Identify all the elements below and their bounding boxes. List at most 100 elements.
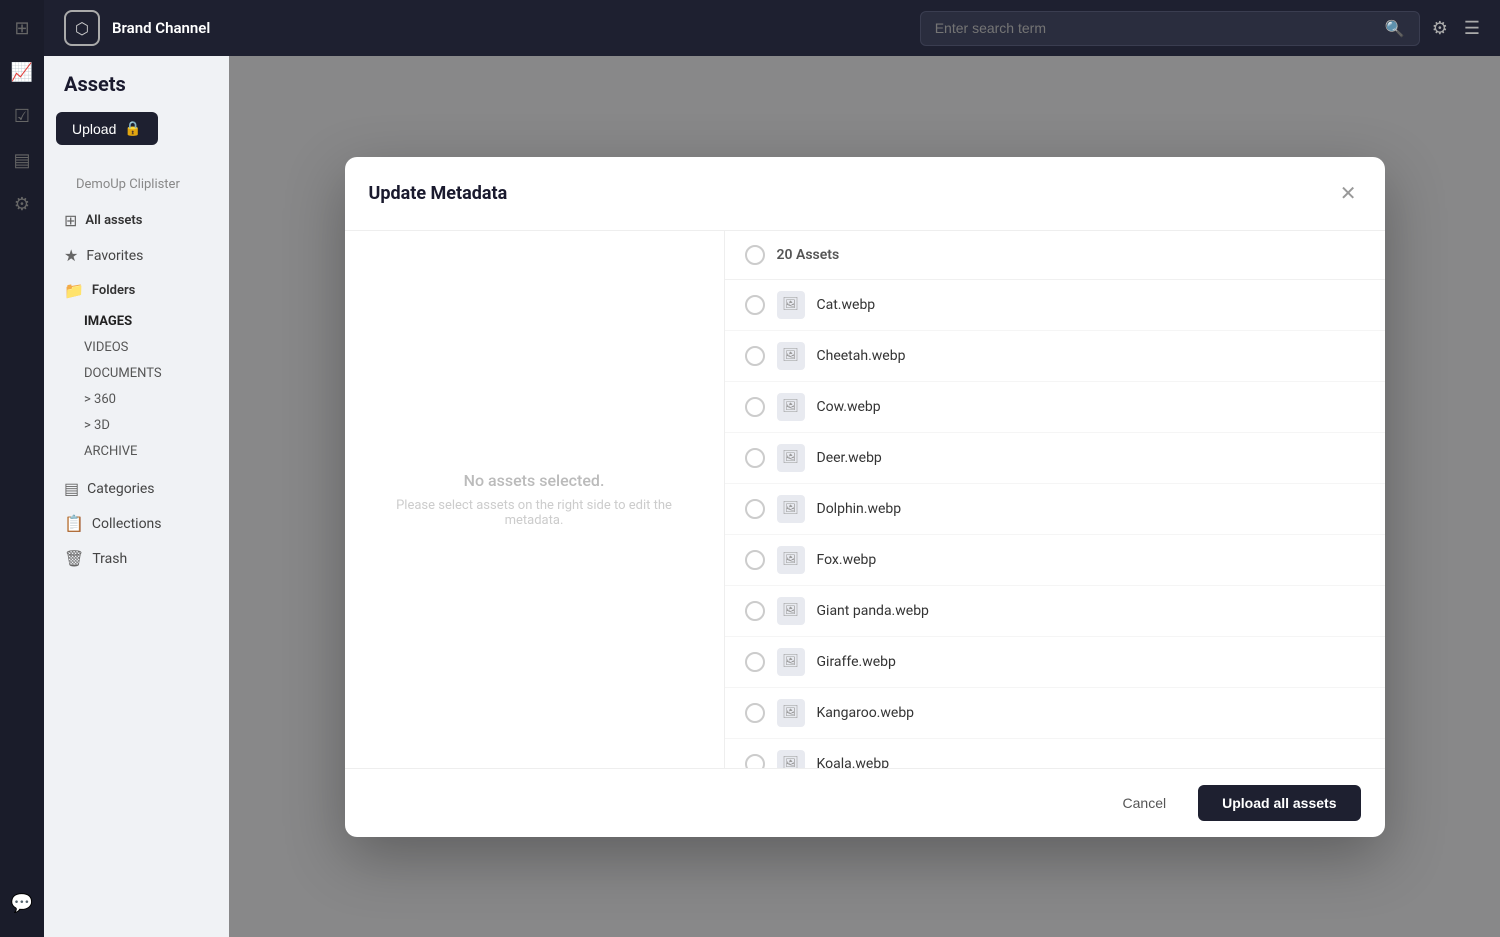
cancel-button[interactable]: Cancel bbox=[1103, 785, 1187, 821]
modal-body: No assets selected. Please select assets… bbox=[345, 231, 1385, 768]
modal-left-panel: No assets selected. Please select assets… bbox=[345, 231, 725, 768]
menu-icon[interactable]: ☰ bbox=[1464, 18, 1480, 39]
asset-thumbnail-2: 🖼 bbox=[777, 393, 805, 421]
sidebar-item-folders[interactable]: 📁 Folders bbox=[56, 274, 217, 307]
asset-name-3: Deer.webp bbox=[817, 450, 882, 466]
sidebar-icon-analytics[interactable]: 📈 bbox=[4, 54, 40, 90]
modal-footer: Cancel Upload all assets bbox=[345, 768, 1385, 837]
asset-row[interactable]: 🖼 Deer.webp bbox=[725, 433, 1385, 484]
sidebar-item-collections[interactable]: 📋 Collections bbox=[56, 507, 217, 540]
asset-thumbnail-7: 🖼 bbox=[777, 648, 805, 676]
upload-all-assets-button[interactable]: Upload all assets bbox=[1198, 785, 1360, 821]
app-logo: ⬡ bbox=[64, 10, 100, 46]
asset-checkbox-5[interactable] bbox=[745, 550, 765, 570]
modal-header: Update Metadata ✕ bbox=[345, 157, 1385, 231]
asset-checkbox-1[interactable] bbox=[745, 346, 765, 366]
asset-checkbox-9[interactable] bbox=[745, 754, 765, 768]
asset-name-7: Giraffe.webp bbox=[817, 654, 896, 670]
asset-thumbnail-6: 🖼 bbox=[777, 597, 805, 625]
sidebar-icon-tasks[interactable]: ☑ bbox=[4, 98, 40, 134]
folders-icon: 📁 bbox=[64, 281, 84, 300]
sidebar-item-360[interactable]: > 360 bbox=[56, 387, 217, 412]
asset-name-2: Cow.webp bbox=[817, 399, 881, 415]
sidebar-item-videos[interactable]: VIDEOS bbox=[56, 335, 217, 360]
asset-name-5: Fox.webp bbox=[817, 552, 877, 568]
collections-label: Collections bbox=[92, 516, 162, 532]
search-bar[interactable]: 🔍 bbox=[920, 11, 1420, 46]
upload-button[interactable]: Upload 🔒 bbox=[56, 112, 158, 145]
asset-name-9: Koala.webp bbox=[817, 756, 890, 768]
asset-name-8: Kangaroo.webp bbox=[817, 705, 915, 721]
trash-icon: 🗑 bbox=[64, 549, 84, 568]
upload-button-label: Upload bbox=[72, 121, 116, 137]
asset-checkbox-6[interactable] bbox=[745, 601, 765, 621]
asset-thumbnail-8: 🖼 bbox=[777, 699, 805, 727]
assets-count: 20 Assets bbox=[777, 247, 840, 263]
asset-thumbnail-5: 🖼 bbox=[777, 546, 805, 574]
asset-row[interactable]: 🖼 Kangaroo.webp bbox=[725, 688, 1385, 739]
modal-close-button[interactable]: ✕ bbox=[1336, 177, 1361, 210]
asset-thumbnail-1: 🖼 bbox=[777, 342, 805, 370]
topbar: ⬡ Brand Channel 🔍 ⚙ ☰ bbox=[44, 0, 1500, 56]
sidebar-icon-table[interactable]: ▤ bbox=[4, 142, 40, 178]
favorites-icon: ★ bbox=[64, 246, 78, 265]
asset-name-1: Cheetah.webp bbox=[817, 348, 906, 364]
asset-checkbox-0[interactable] bbox=[745, 295, 765, 315]
sidebar-item-3d[interactable]: > 3D bbox=[56, 413, 217, 438]
collections-icon: 📋 bbox=[64, 514, 84, 533]
nav-sidebar: Assets Upload 🔒 DemoUp Cliplister ⊞ All … bbox=[44, 56, 229, 937]
lock-icon: 🔒 bbox=[124, 120, 141, 137]
asset-name-4: Dolphin.webp bbox=[817, 501, 902, 517]
sidebar-item-images[interactable]: IMAGES bbox=[56, 309, 217, 334]
sidebar-item-favorites[interactable]: ★ Favorites bbox=[56, 239, 217, 272]
app-brand: Brand Channel bbox=[112, 19, 210, 37]
no-assets-subtitle: Please select assets on the right side t… bbox=[375, 498, 694, 528]
sidebar-item-categories[interactable]: ▤ Categories bbox=[56, 472, 217, 505]
nav-title: Assets bbox=[56, 72, 217, 96]
asset-row[interactable]: 🖼 Dolphin.webp bbox=[725, 484, 1385, 535]
asset-thumbnail-4: 🖼 bbox=[777, 495, 805, 523]
asset-checkbox-4[interactable] bbox=[745, 499, 765, 519]
sidebar-item-documents[interactable]: DOCUMENTS bbox=[56, 361, 217, 386]
asset-row[interactable]: 🖼 Fox.webp bbox=[725, 535, 1385, 586]
asset-checkbox-7[interactable] bbox=[745, 652, 765, 672]
sidebar-icon-grid[interactable]: ⊞ bbox=[4, 10, 40, 46]
asset-row[interactable]: 🖼 Cat.webp bbox=[725, 280, 1385, 331]
categories-icon: ▤ bbox=[64, 479, 79, 498]
modal-title: Update Metadata bbox=[369, 183, 508, 204]
asset-row[interactable]: 🖼 Cow.webp bbox=[725, 382, 1385, 433]
asset-row[interactable]: 🖼 Giraffe.webp bbox=[725, 637, 1385, 688]
asset-row[interactable]: 🖼 Giant panda.webp bbox=[725, 586, 1385, 637]
modal-right-panel[interactable]: 20 Assets 🖼 Cat.webp 🖼 Cheetah.webp 🖼 Co… bbox=[725, 231, 1385, 768]
breadcrumb: DemoUp Cliplister bbox=[56, 165, 217, 204]
all-assets-icon: ⊞ bbox=[64, 211, 77, 230]
asset-thumbnail-9: 🖼 bbox=[777, 750, 805, 768]
asset-name-6: Giant panda.webp bbox=[817, 603, 929, 619]
no-assets-title: No assets selected. bbox=[464, 471, 605, 490]
assets-header: 20 Assets bbox=[725, 231, 1385, 280]
asset-row[interactable]: 🖼 Cheetah.webp bbox=[725, 331, 1385, 382]
modal-overlay: Update Metadata ✕ No assets selected. Pl… bbox=[229, 56, 1500, 937]
sidebar-item-trash[interactable]: 🗑 Trash bbox=[56, 542, 217, 575]
left-icon-sidebar: ⊞ 📈 ☑ ▤ ⚙ 💬 bbox=[0, 0, 44, 937]
asset-row[interactable]: 🖼 Koala.webp bbox=[725, 739, 1385, 768]
sidebar-item-archive[interactable]: ARCHIVE bbox=[56, 439, 217, 464]
asset-name-0: Cat.webp bbox=[817, 297, 876, 313]
search-icon: 🔍 bbox=[1385, 19, 1405, 38]
favorites-label: Favorites bbox=[86, 248, 143, 264]
sidebar-item-all-assets[interactable]: ⊞ All assets bbox=[56, 204, 217, 237]
select-all-checkbox[interactable] bbox=[745, 245, 765, 265]
asset-thumbnail-3: 🖼 bbox=[777, 444, 805, 472]
update-metadata-modal: Update Metadata ✕ No assets selected. Pl… bbox=[345, 157, 1385, 837]
search-input[interactable] bbox=[935, 20, 1377, 36]
sidebar-icon-settings[interactable]: ⚙ bbox=[4, 186, 40, 222]
sidebar-icon-chat[interactable]: 💬 bbox=[4, 885, 40, 921]
asset-checkbox-3[interactable] bbox=[745, 448, 765, 468]
trash-label: Trash bbox=[92, 551, 127, 567]
asset-list: 🖼 Cat.webp 🖼 Cheetah.webp 🖼 Cow.webp 🖼 D… bbox=[725, 280, 1385, 768]
asset-checkbox-8[interactable] bbox=[745, 703, 765, 723]
topbar-actions: ⚙ ☰ bbox=[1432, 18, 1480, 39]
asset-checkbox-2[interactable] bbox=[745, 397, 765, 417]
filter-icon[interactable]: ⚙ bbox=[1432, 18, 1448, 39]
folders-label: Folders bbox=[92, 283, 135, 298]
